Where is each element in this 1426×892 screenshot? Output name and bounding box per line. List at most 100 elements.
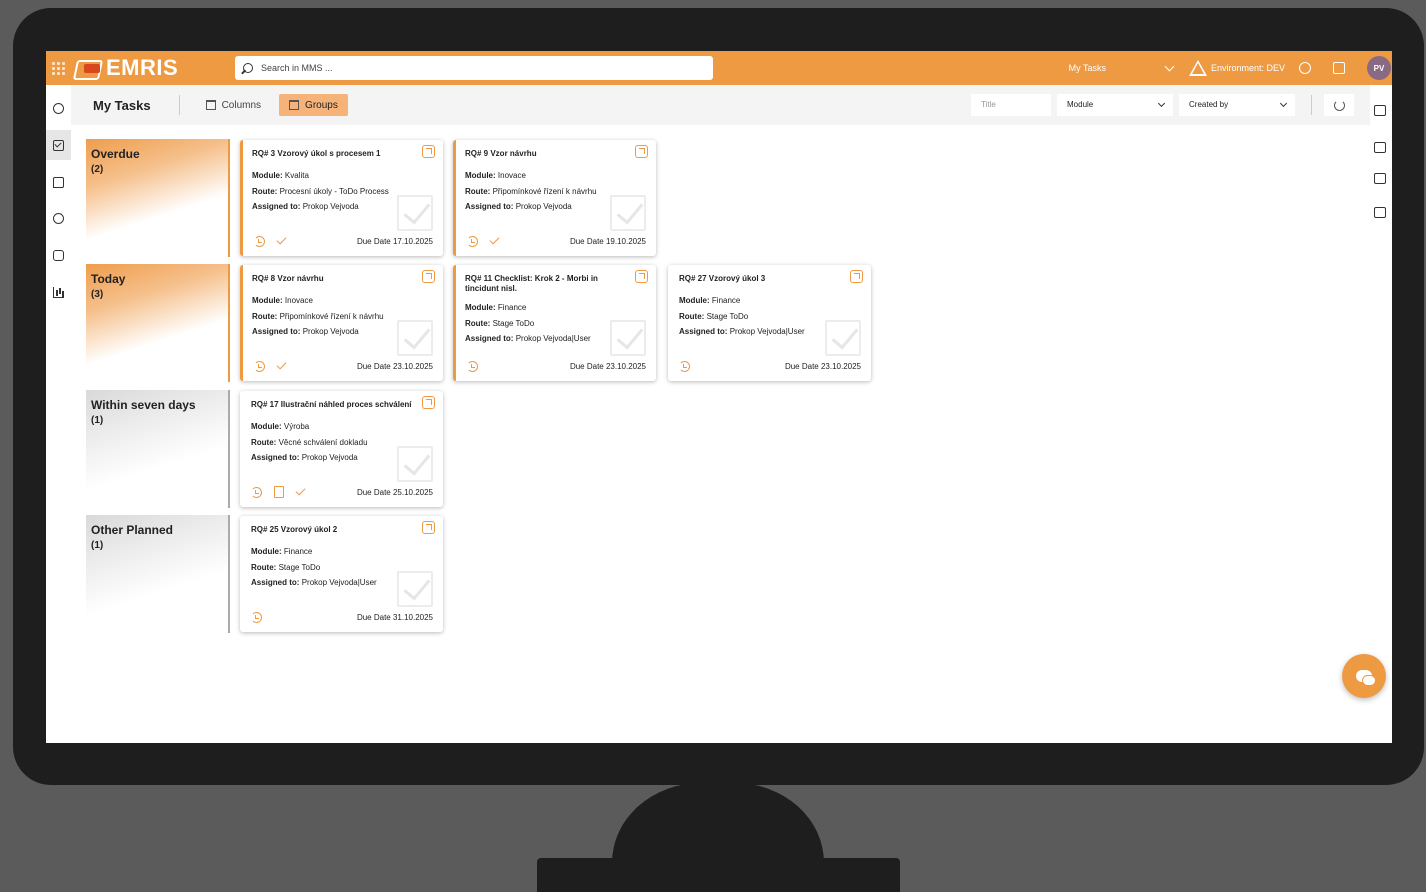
- history-icon[interactable]: [467, 360, 478, 372]
- module-label: Module:: [252, 296, 283, 305]
- grid-icon[interactable]: [1374, 105, 1386, 116]
- search-icon: [53, 102, 64, 114]
- check-icon[interactable]: [295, 485, 306, 495]
- nav-reports[interactable]: [46, 277, 71, 307]
- card-footer: Due Date 23.10.2025: [254, 359, 433, 373]
- check-icon[interactable]: [276, 359, 287, 369]
- history-icon[interactable]: [679, 360, 690, 372]
- assigned-label: Assigned to:: [252, 202, 301, 211]
- logo[interactable]: EMRIS: [75, 55, 178, 81]
- task-card[interactable]: RQ# 8 Vzor návrhu Module: Inovace Route:…: [240, 265, 443, 381]
- open-external-icon[interactable]: [422, 396, 435, 409]
- due-date: Due Date 17.10.2025: [356, 236, 433, 246]
- app-launcher-icon[interactable]: [49, 59, 67, 77]
- task-module: Finance: [497, 303, 527, 312]
- check-icon[interactable]: [276, 234, 287, 244]
- avatar[interactable]: PV: [1367, 56, 1391, 80]
- route-label: Route:: [251, 562, 277, 572]
- assigned-label: Assigned to:: [465, 334, 514, 343]
- history-icon[interactable]: [254, 235, 265, 247]
- task-title: RQ# 8 Vzor návrhu: [252, 274, 324, 283]
- route-label: Route:: [679, 311, 705, 321]
- open-external-icon[interactable]: [422, 270, 435, 283]
- group-today[interactable]: Today (3): [86, 264, 230, 382]
- task-assignee: Prokop Vejvoda: [302, 202, 359, 211]
- open-external-icon[interactable]: [422, 521, 435, 534]
- chat-bubbles-icon: [1356, 670, 1376, 686]
- task-route: Připomínkové řízení k návrhu: [279, 311, 384, 321]
- task-route: Stage ToDo: [492, 318, 535, 328]
- nav-messages[interactable]: [46, 167, 71, 197]
- title-filter-input[interactable]: Title: [971, 94, 1051, 116]
- current-page-link[interactable]: My Tasks: [1069, 63, 1106, 73]
- task-title: RQ# 11 Checklist: Krok 2 - Morbi in tinc…: [465, 274, 598, 293]
- history-icon[interactable]: [251, 486, 262, 498]
- open-external-icon[interactable]: [635, 145, 648, 158]
- task-card[interactable]: RQ# 9 Vzor návrhu Module: Inovace Route:…: [453, 140, 656, 256]
- due-date: Due Date 23.10.2025: [784, 361, 861, 371]
- settings-icon[interactable]: [1299, 62, 1311, 74]
- task-list-icon[interactable]: [1374, 173, 1386, 184]
- task-card[interactable]: RQ# 25 Vzorový úkol 2 Module: Finance Ro…: [240, 516, 443, 632]
- created-by-filter-select[interactable]: Created by: [1179, 94, 1295, 116]
- nav-users[interactable]: [46, 240, 71, 270]
- assigned-label: Assigned to:: [679, 327, 728, 336]
- route-label: Route:: [465, 186, 491, 196]
- group-name: Other Planned: [91, 523, 174, 537]
- history-icon[interactable]: [467, 235, 478, 247]
- users-icon: [53, 249, 64, 261]
- group-overdue[interactable]: Overdue (2): [86, 139, 230, 257]
- due-date: Due Date 23.10.2025: [356, 361, 433, 371]
- task-route: Stage ToDo: [278, 562, 321, 572]
- chevron-down-icon[interactable]: [1164, 61, 1175, 71]
- module-filter-select[interactable]: Module: [1057, 94, 1173, 116]
- history-icon[interactable]: [251, 611, 262, 623]
- open-external-icon[interactable]: [850, 270, 863, 283]
- chat-button[interactable]: [1342, 654, 1386, 698]
- nav-search[interactable]: [46, 93, 71, 123]
- open-external-icon[interactable]: [635, 270, 648, 283]
- search-placeholder: Search in MMS ...: [261, 63, 333, 73]
- check-icon[interactable]: [489, 234, 500, 244]
- nav-tasks[interactable]: [46, 130, 71, 160]
- right-rail: [1370, 85, 1392, 743]
- groups-button[interactable]: Groups: [279, 94, 348, 116]
- group-other-planned[interactable]: Other Planned (1): [86, 515, 230, 633]
- open-external-icon[interactable]: [422, 145, 435, 158]
- task-card[interactable]: RQ# 3 Vzorový úkol s procesem 1 Module: …: [240, 140, 443, 256]
- history-icon[interactable]: [254, 360, 265, 372]
- task-route: Procesní úkoly - ToDo Process: [279, 186, 389, 196]
- checkbox-watermark-icon: [610, 320, 646, 356]
- task-module: Inovace: [284, 296, 313, 305]
- refresh-button[interactable]: [1324, 94, 1354, 116]
- task-title: RQ# 9 Vzor návrhu: [465, 149, 537, 158]
- columns-button[interactable]: Columns: [196, 94, 271, 116]
- due-date: Due Date 23.10.2025: [569, 361, 646, 371]
- card-footer: Due Date 31.10.2025: [251, 610, 433, 624]
- task-route: Stage ToDo: [706, 311, 749, 321]
- checkbox-icon[interactable]: [1374, 142, 1386, 153]
- task-card[interactable]: RQ# 11 Checklist: Krok 2 - Morbi in tinc…: [453, 265, 656, 381]
- notifications-icon[interactable]: [1333, 62, 1345, 74]
- assigned-label: Assigned to:: [251, 453, 300, 462]
- group-count: (1): [91, 540, 104, 551]
- task-card[interactable]: RQ# 17 Ilustrační náhled proces schválen…: [240, 391, 443, 507]
- document-icon[interactable]: [274, 486, 284, 498]
- group-count: (2): [91, 164, 104, 175]
- module-label: Module:: [465, 303, 496, 312]
- view-icon[interactable]: [1374, 207, 1386, 218]
- card-footer: Due Date 25.10.2025: [251, 485, 433, 499]
- card-footer: Due Date 23.10.2025: [467, 359, 646, 373]
- bar-chart-icon: [53, 286, 64, 298]
- nav-settings[interactable]: [46, 203, 71, 233]
- group-name: Overdue: [91, 147, 140, 161]
- task-card[interactable]: RQ# 27 Vzorový úkol 3 Module: Finance Ro…: [668, 265, 871, 381]
- groups-label: Groups: [305, 99, 338, 111]
- logo-icon: [75, 58, 103, 78]
- search-input[interactable]: Search in MMS ...: [235, 56, 713, 80]
- group-within-seven-days[interactable]: Within seven days (1): [86, 390, 230, 508]
- top-bar: EMRIS Search in MMS ... My Tasks Environ…: [46, 51, 1392, 85]
- checkbox-icon: [53, 139, 64, 151]
- page-title: My Tasks: [93, 97, 151, 113]
- gear-icon: [53, 212, 64, 224]
